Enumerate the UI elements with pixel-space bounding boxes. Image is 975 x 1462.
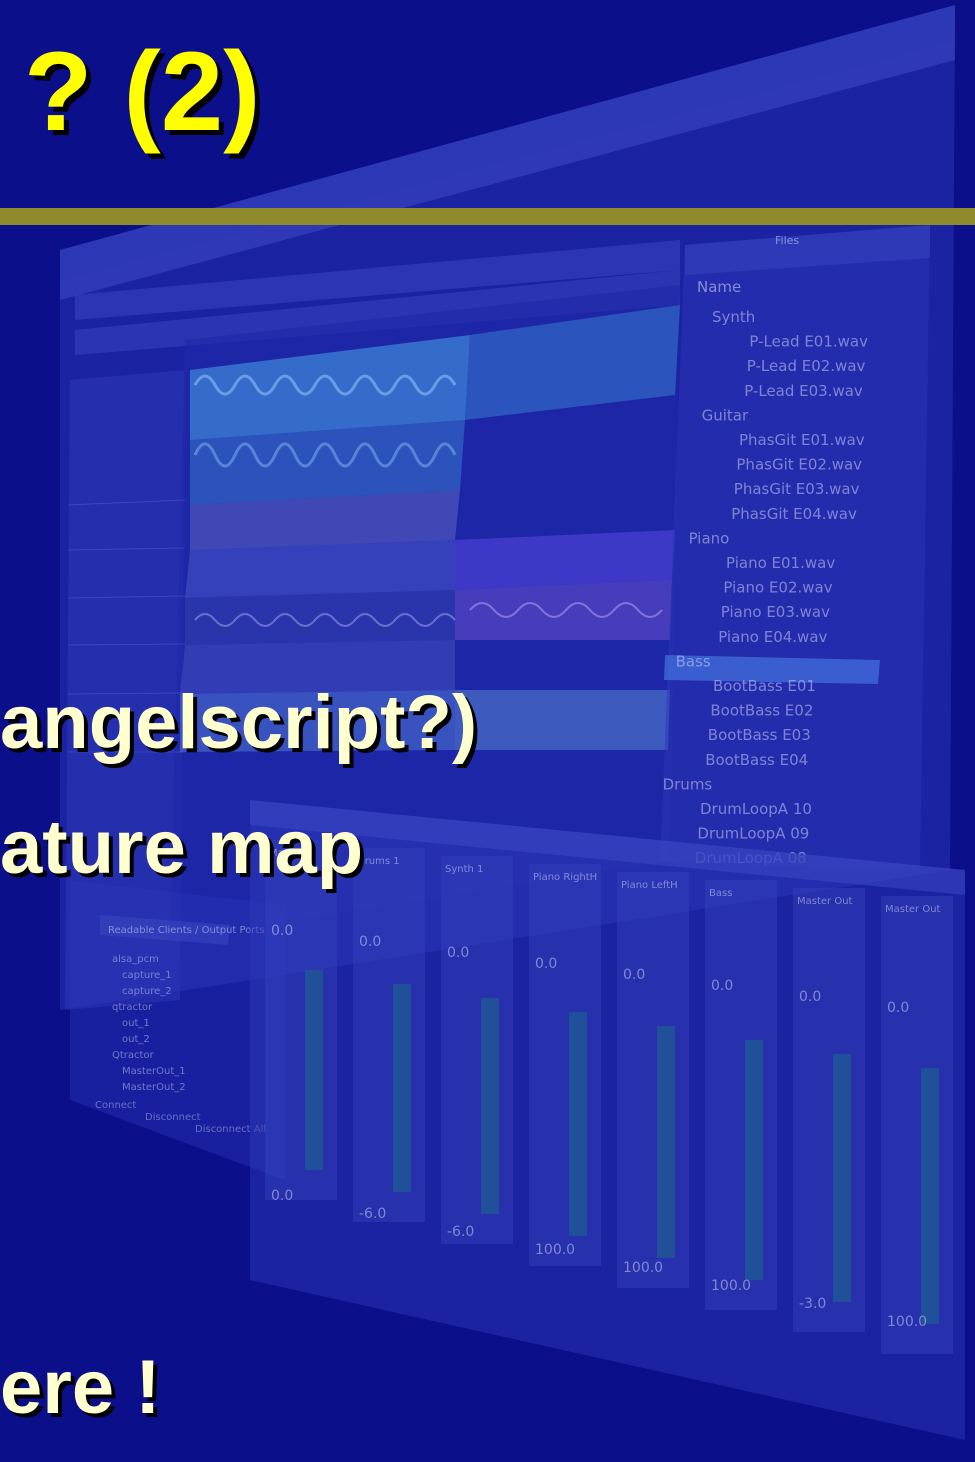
mixer-strip	[617, 872, 689, 1288]
mixer-strip-name: Synth 1	[445, 864, 483, 875]
slide-title: ? (2)	[24, 29, 261, 154]
mixer-meter	[745, 1040, 763, 1280]
file-tree-item: Piano E04.wav	[718, 628, 827, 646]
mixer-meter	[657, 1026, 675, 1258]
mixer-strip-volume: 0.0	[887, 1000, 909, 1016]
file-tree-item: BootBass E04	[705, 751, 808, 769]
mixer-strip-name: Master Out	[797, 896, 853, 907]
mixer-strip-name: Piano LeftH	[621, 880, 678, 891]
bullet-3: ere !	[0, 1345, 161, 1430]
mixer-strip-name: Drums 1	[357, 856, 400, 867]
connections-tree-item: MasterOut_1	[122, 1066, 186, 1077]
mixer-strip	[881, 896, 953, 1354]
mixer-strip-gain: 100.0	[887, 1314, 927, 1330]
mixer-strip	[441, 856, 513, 1244]
connections-button: Connect	[95, 1100, 136, 1111]
file-tree-item: PhasGit E02.wav	[736, 456, 862, 474]
file-tree-item: Piano E03.wav	[721, 603, 830, 621]
mixer-strip	[705, 880, 777, 1310]
mixer-strip-name: Piano RightH	[533, 872, 597, 883]
mixer-meter	[393, 984, 411, 1192]
bullet-2: ature map	[0, 805, 364, 890]
file-tree-folder: Bass	[676, 652, 711, 670]
mixer-strip-gain: 100.0	[535, 1242, 575, 1258]
connections-tree-item: alsa_pcm	[112, 954, 159, 965]
mixer-strip-volume: 0.0	[535, 956, 557, 972]
connections-tree-item: capture_1	[122, 970, 172, 981]
bullet-1: angelscript?)	[0, 680, 478, 765]
mixer-strip-gain: 100.0	[623, 1260, 663, 1276]
mixer-strip-name: Bass	[709, 888, 732, 899]
file-tree-item: DrumLoopA 10	[700, 800, 812, 818]
file-tree-item: BootBass E03	[708, 726, 811, 744]
mixer-strip	[793, 888, 865, 1332]
connections-tree-item: Qtractor	[112, 1050, 155, 1061]
connections-tree-item: out_1	[122, 1018, 150, 1029]
mixer-strip-volume: 0.0	[359, 934, 381, 950]
file-tree-folder: Drums	[663, 775, 713, 793]
mixer-meter	[921, 1068, 939, 1324]
connections-button: Disconnect	[145, 1112, 201, 1123]
mixer-strip	[353, 848, 425, 1222]
file-tree-item: PhasGit E04.wav	[731, 505, 857, 523]
mixer-meter	[569, 1012, 587, 1236]
mixer-meter	[305, 970, 323, 1170]
connections-dropdown: Readable Clients / Output Ports	[108, 925, 265, 936]
files-panel-title: Files	[775, 234, 799, 247]
file-tree-item: Piano E01.wav	[726, 554, 835, 572]
connections-tree-item: out_2	[122, 1034, 150, 1045]
file-tree-item: PhasGit E01.wav	[739, 431, 865, 449]
connections-tree-item: qtractor	[112, 1002, 153, 1013]
mixer-strip-gain: 0.0	[271, 1188, 293, 1204]
file-tree-folder: Piano	[689, 529, 730, 547]
mixer-strip-volume: 0.0	[447, 945, 469, 961]
mixer-strip-gain: -3.0	[799, 1296, 826, 1312]
mixer-meter	[833, 1054, 851, 1302]
mixer-strip	[529, 864, 601, 1266]
file-tree-item: PhasGit E03.wav	[734, 480, 860, 498]
file-tree-folder: Guitar	[702, 406, 749, 424]
mixer-strip-name: Master Out	[885, 904, 941, 915]
mixer-strip-volume: 0.0	[271, 923, 293, 939]
file-tree-folder: Synth	[712, 308, 755, 326]
mixer-strip-volume: 0.0	[623, 967, 645, 983]
mixer-strip-volume: 0.0	[711, 978, 733, 994]
mixer-strip	[265, 840, 337, 1200]
connections-tree-item: MasterOut_2	[122, 1082, 186, 1093]
mixer-strip-volume: 0.0	[799, 989, 821, 1005]
files-panel-header: Name	[697, 278, 741, 296]
file-tree-item: BootBass E02	[710, 702, 813, 720]
file-tree-item: Piano E02.wav	[723, 579, 832, 597]
file-tree-item: P-Lead E03.wav	[744, 382, 863, 400]
mixer-strip-gain: 100.0	[711, 1278, 751, 1294]
mixer-strip-gain: -6.0	[447, 1224, 474, 1240]
file-tree-item: P-Lead E02.wav	[747, 357, 866, 375]
mixer-strip-gain: -6.0	[359, 1206, 386, 1222]
title-divider	[0, 208, 975, 225]
file-tree-item: P-Lead E01.wav	[749, 333, 868, 351]
mixer-meter	[481, 998, 499, 1214]
file-tree-item: DrumLoopA 09	[697, 825, 809, 843]
connections-tree-item: capture_2	[122, 986, 172, 997]
files-panel	[660, 225, 930, 870]
file-tree-item: BootBass E01	[713, 677, 816, 695]
